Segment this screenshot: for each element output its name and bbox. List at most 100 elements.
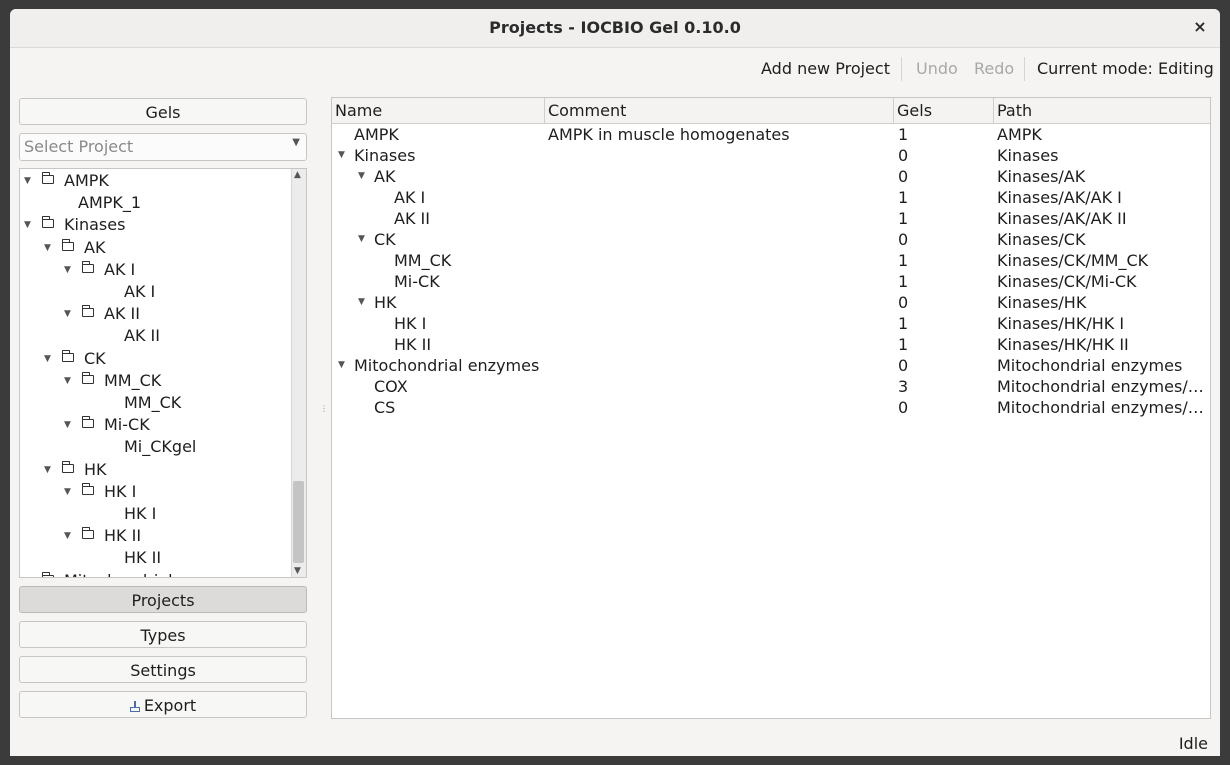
- table-row[interactable]: ▼ CK 0 Kinases/CK: [332, 229, 1210, 250]
- table-row[interactable]: COX 3 Mitochondrial enzymes/C…: [332, 376, 1210, 397]
- table-row[interactable]: MM_CK 1 Kinases/CK/MM_CK: [332, 250, 1210, 271]
- tree-item-label: AK I: [104, 259, 136, 279]
- tree-gel-item[interactable]: MM_CK: [20, 392, 292, 414]
- table-row[interactable]: ▼ Mitochondrial enzymes 0 Mitochondrial enz…: [332, 355, 1210, 376]
- tree-item-label: MM_CK: [124, 393, 182, 412]
- cell-path: Mitochondrial enzymes/C…: [997, 377, 1205, 396]
- expand-arrow-icon[interactable]: ▼: [64, 525, 71, 547]
- tree-item-label: HK I: [104, 481, 137, 501]
- cell-name: Kinases: [354, 146, 416, 165]
- expand-arrow-icon[interactable]: ▼: [44, 459, 51, 481]
- tree-gel-item[interactable]: HK II: [20, 547, 292, 569]
- table-row[interactable]: AMPK AMPK in muscle homogenates 1 AMPK: [332, 124, 1210, 145]
- cell-name: CK: [374, 230, 396, 249]
- scrollbar-thumb[interactable]: [293, 481, 304, 563]
- cell-path: Kinases/HK/HK I: [997, 314, 1125, 333]
- cell-name: COX: [374, 377, 408, 396]
- table-row[interactable]: AK I 1 Kinases/AK/AK I: [332, 187, 1210, 208]
- cell-gels: 0: [898, 293, 909, 312]
- expand-arrow-icon[interactable]: ▼: [64, 259, 71, 281]
- tree-folder-item[interactable]: ▼ AK II: [20, 303, 292, 325]
- nav-projects-button[interactable]: Projects: [19, 586, 307, 613]
- tree-gel-item[interactable]: AK I: [20, 281, 292, 303]
- tree-folder-item[interactable]: ▼ Mitochondrial enzymes: [20, 570, 292, 577]
- project-tree[interactable]: ▼ Mitochondrial enzymes HK II ▼ HK II HK I ▼ HK…: [19, 168, 307, 578]
- column-header-name[interactable]: Name: [332, 98, 545, 123]
- tree-gel-item[interactable]: Mi_CKgel: [20, 436, 292, 458]
- tree-folder-item[interactable]: ▼ CK: [20, 348, 292, 370]
- cell-path: AMPK: [997, 125, 1042, 144]
- tree-gel-item[interactable]: AK II: [20, 325, 292, 347]
- cell-path: Kinases/CK: [997, 230, 1086, 249]
- expand-arrow-icon[interactable]: ▼: [338, 355, 345, 376]
- column-header-path[interactable]: Path: [994, 98, 1210, 123]
- window-title: Projects - IOCBIO Gel 0.10.0: [489, 18, 741, 37]
- gels-button[interactable]: Gels: [19, 98, 307, 125]
- undo-button[interactable]: Undo: [916, 59, 958, 79]
- project-select[interactable]: Select Project ▼: [19, 133, 307, 161]
- tree-item-label: AMPK: [64, 171, 109, 190]
- nav-settings-button[interactable]: Settings: [19, 656, 307, 683]
- cell-name: AMPK: [354, 125, 399, 144]
- expand-arrow-icon[interactable]: ▼: [44, 237, 51, 259]
- mode-indicator[interactable]: Current mode: Editing: [1037, 59, 1214, 79]
- expand-arrow-icon[interactable]: ▼: [24, 170, 31, 192]
- status-bar: Idle: [10, 731, 1220, 756]
- cell-gels: 1: [898, 209, 909, 228]
- table-row[interactable]: Mi-CK 1 Kinases/CK/Mi-CK: [332, 271, 1210, 292]
- expand-arrow-icon[interactable]: ▼: [64, 303, 71, 325]
- expand-arrow-icon[interactable]: ▼: [338, 145, 345, 166]
- cell-path: Kinases/HK: [997, 293, 1087, 312]
- folder-icon: [81, 371, 94, 384]
- redo-button[interactable]: Redo: [974, 59, 1014, 79]
- expand-arrow-icon[interactable]: ▼: [358, 229, 365, 250]
- tree-scrollbar[interactable]: ▲ ▼: [291, 169, 306, 577]
- column-header-comment[interactable]: Comment: [545, 98, 894, 123]
- cell-gels: 1: [898, 335, 909, 354]
- cell-gels: 1: [898, 251, 909, 270]
- expand-arrow-icon[interactable]: ▼: [64, 481, 71, 503]
- expand-arrow-icon[interactable]: ▼: [358, 166, 365, 187]
- table-row[interactable]: HK I 1 Kinases/HK/HK I: [332, 313, 1210, 334]
- expand-arrow-icon[interactable]: ▼: [24, 570, 31, 577]
- cell-gels: 0: [898, 356, 909, 375]
- tree-folder-item[interactable]: ▼ AK I: [20, 259, 292, 281]
- tree-gel-item[interactable]: AMPK_1: [20, 192, 292, 214]
- cell-name: HK II: [394, 335, 432, 354]
- table-row[interactable]: CS 0 Mitochondrial enzymes/CS: [332, 397, 1210, 418]
- table-row[interactable]: HK II 1 Kinases/HK/HK II: [332, 334, 1210, 355]
- projects-table[interactable]: Name Comment Gels Path AMPK AMPK in muscl…: [331, 97, 1211, 719]
- expand-arrow-icon[interactable]: ▼: [358, 292, 365, 313]
- scroll-up-icon[interactable]: ▲: [294, 170, 301, 180]
- splitter-handle[interactable]: ⋮: [320, 404, 328, 413]
- expand-arrow-icon[interactable]: ▼: [44, 348, 51, 370]
- table-row[interactable]: ▼ AK 0 Kinases/AK: [332, 166, 1210, 187]
- table-row[interactable]: ▼ HK 0 Kinases/HK: [332, 292, 1210, 313]
- cell-gels: 1: [898, 188, 909, 207]
- table-row[interactable]: ▼ Kinases 0 Kinases: [332, 145, 1210, 166]
- tree-folder-item[interactable]: ▼ AK: [20, 237, 292, 259]
- column-header-gels[interactable]: Gels: [894, 98, 994, 123]
- tree-folder-item[interactable]: ▼ AMPK: [20, 170, 292, 192]
- expand-arrow-icon[interactable]: ▼: [64, 414, 71, 436]
- scroll-down-icon[interactable]: ▼: [294, 566, 301, 576]
- table-row[interactable]: AK II 1 Kinases/AK/AK II: [332, 208, 1210, 229]
- nav-types-button[interactable]: Types: [19, 621, 307, 648]
- tree-folder-item[interactable]: ▼ Mi-CK: [20, 414, 292, 436]
- tree-item-label: HK II: [104, 526, 142, 546]
- tree-folder-item[interactable]: ▼ Kinases: [20, 214, 292, 236]
- close-icon[interactable]: ×: [1190, 17, 1210, 37]
- tree-gel-item[interactable]: HK I: [20, 503, 292, 525]
- cell-name: AK II: [394, 209, 430, 228]
- tree-folder-item[interactable]: ▼ HK II: [20, 525, 292, 547]
- tree-folder-item[interactable]: ▼ HK I: [20, 481, 292, 503]
- expand-arrow-icon[interactable]: ▼: [64, 370, 71, 392]
- expand-arrow-icon[interactable]: ▼: [24, 214, 31, 236]
- tree-folder-item[interactable]: ▼ HK: [20, 459, 292, 481]
- tree-item-label: HK I: [124, 504, 157, 523]
- cell-gels: 0: [898, 398, 909, 417]
- tree-folder-item[interactable]: ▼ MM_CK: [20, 370, 292, 392]
- nav-export-button[interactable]: Export: [19, 691, 307, 718]
- cell-name: MM_CK: [394, 251, 452, 270]
- add-project-button[interactable]: Add new Project: [761, 59, 890, 79]
